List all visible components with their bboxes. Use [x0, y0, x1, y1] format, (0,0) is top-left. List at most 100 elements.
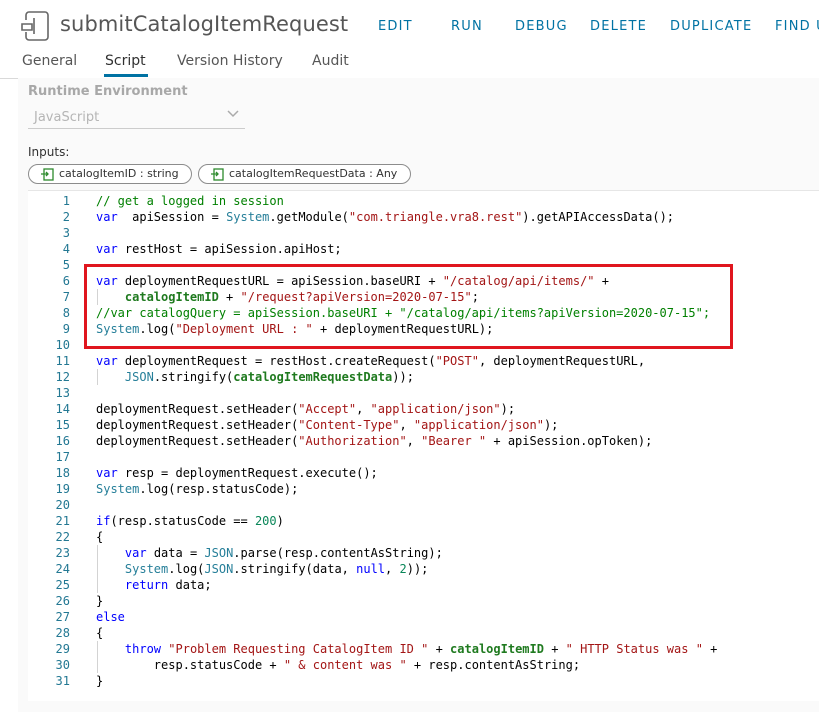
code-line: deploymentRequest.setHeader("Authorizati…	[96, 433, 652, 449]
tab-audit[interactable]: Audit	[312, 53, 349, 69]
debug-button[interactable]: DEBUG	[515, 19, 568, 34]
line-number: 12	[55, 370, 70, 384]
code-token: ,	[356, 402, 371, 416]
line-number: 3	[62, 226, 70, 240]
code-token: data;	[168, 578, 212, 592]
code-token: "application/json"	[413, 418, 544, 432]
code-line: {	[96, 625, 103, 641]
code-token: "Bearer "	[421, 434, 487, 448]
line-number: 14	[55, 402, 70, 416]
input-pill-label: catalogItemID : string	[59, 167, 179, 180]
code-token: "POST"	[435, 354, 479, 368]
code-line: var apiSession = System.getModule("com.t…	[96, 209, 674, 225]
line-number: 22	[55, 530, 70, 544]
code-token: .parse(resp.contentAsString);	[233, 546, 443, 560]
line-number: 26	[55, 594, 70, 608]
delete-button[interactable]: DELETE	[590, 19, 647, 34]
code-token: {	[96, 530, 104, 544]
code-token: var	[96, 354, 118, 368]
line-number: 7	[62, 290, 70, 304]
code-token: ,	[385, 562, 400, 576]
line-number: 16	[55, 434, 70, 448]
code-line: return data;	[96, 577, 212, 593]
line-number: 6	[62, 274, 70, 288]
code-token: else	[96, 610, 125, 624]
code-token: .stringify(	[153, 370, 234, 384]
code-token: var	[124, 546, 147, 560]
code-line: var data = JSON.parse(resp.contentAsStri…	[96, 545, 443, 561]
runtime-environment-value: JavaScript	[34, 110, 100, 125]
code-line: else	[96, 609, 125, 625]
code-token: if	[96, 514, 111, 528]
code-line: System.log(JSON.stringify(data, null, 2)…	[96, 561, 429, 577]
code-line: System.log(resp.statusCode);	[96, 481, 298, 497]
code-token: "Authorization"	[298, 434, 407, 448]
code-line: {	[96, 529, 103, 545]
code-token: , deploymentRequestURL,	[478, 354, 646, 368]
workflow-action-icon	[21, 11, 49, 41]
chevron-down-icon	[227, 110, 239, 118]
line-number: 19	[55, 482, 70, 496]
code-line: throw "Problem Requesting CatalogItem ID…	[96, 641, 717, 657]
tab-version-history[interactable]: Version History	[177, 53, 283, 69]
line-number: 29	[55, 642, 70, 656]
code-token: + resp.contentAsString;	[406, 658, 581, 672]
input-pill-catalog-item-request-data[interactable]: catalogItemRequestData : Any	[198, 164, 411, 184]
code-token: "application/json"	[370, 402, 501, 416]
code-line: resp.statusCode + " & content was " + re…	[96, 657, 580, 673]
code-token: // get a logged in session	[96, 194, 284, 208]
code-token: " HTTP Status was "	[565, 642, 703, 656]
code-token: 200	[254, 514, 277, 528]
code-token: catalogItemID	[450, 642, 544, 656]
line-number: 18	[55, 466, 70, 480]
indent-guide	[97, 369, 98, 385]
run-button[interactable]: RUN	[451, 19, 483, 34]
duplicate-button[interactable]: DUPLICATE	[670, 19, 752, 34]
code-token: .stringify(data,	[233, 562, 357, 576]
code-token: apiSession =	[117, 210, 227, 224]
inputs-label: Inputs:	[28, 145, 70, 159]
code-token: "Problem Requesting CatalogItem ID "	[168, 642, 429, 656]
code-token: "Content-Type"	[298, 418, 400, 432]
runtime-environment-select[interactable]: JavaScript	[28, 106, 245, 129]
code-token: System	[124, 562, 169, 576]
code-token: );	[500, 402, 516, 416]
line-number: 30	[55, 658, 70, 672]
code-line: if(resp.statusCode == 200)	[96, 513, 284, 529]
input-pill-catalog-item-id[interactable]: catalogItemID : string	[28, 164, 192, 184]
code-token: " & content was "	[283, 658, 407, 672]
code-token: data =	[146, 546, 205, 560]
active-tab-indicator	[104, 74, 148, 77]
code-token: var	[96, 466, 118, 480]
code-token: deploymentRequest.setHeader(	[96, 434, 299, 448]
code-line: // get a logged in session	[96, 193, 284, 209]
line-number: 13	[55, 386, 70, 400]
highlight-annotation-box	[84, 264, 733, 349]
line-number: 20	[55, 498, 70, 512]
code-token: catalogItemRequestData	[233, 370, 393, 384]
find-usages-button[interactable]: FIND U	[775, 19, 819, 34]
code-token: resp.statusCode +	[96, 658, 284, 672]
code-token: }	[96, 594, 104, 608]
code-line: var restHost = apiSession.apiHost;	[96, 241, 342, 257]
tab-bar: General Script Version History Audit	[0, 50, 819, 79]
code-token: ));	[406, 562, 429, 576]
line-number: 24	[55, 562, 70, 576]
line-number: 5	[62, 258, 70, 272]
tab-script[interactable]: Script	[105, 53, 146, 69]
code-token: JSON	[204, 546, 234, 560]
edit-button[interactable]: EDIT	[378, 19, 413, 34]
code-token: (resp.statusCode ==	[110, 514, 255, 528]
tab-general[interactable]: General	[22, 53, 77, 69]
code-line: var deploymentRequest = restHost.createR…	[96, 353, 645, 369]
line-number: 27	[55, 610, 70, 624]
code-token: "Accept"	[298, 402, 357, 416]
code-line: JSON.stringify(catalogItemRequestData));	[96, 369, 414, 385]
line-number: 17	[55, 450, 70, 464]
code-token: ).getAPIAccessData();	[522, 210, 675, 224]
line-number: 23	[55, 546, 70, 560]
